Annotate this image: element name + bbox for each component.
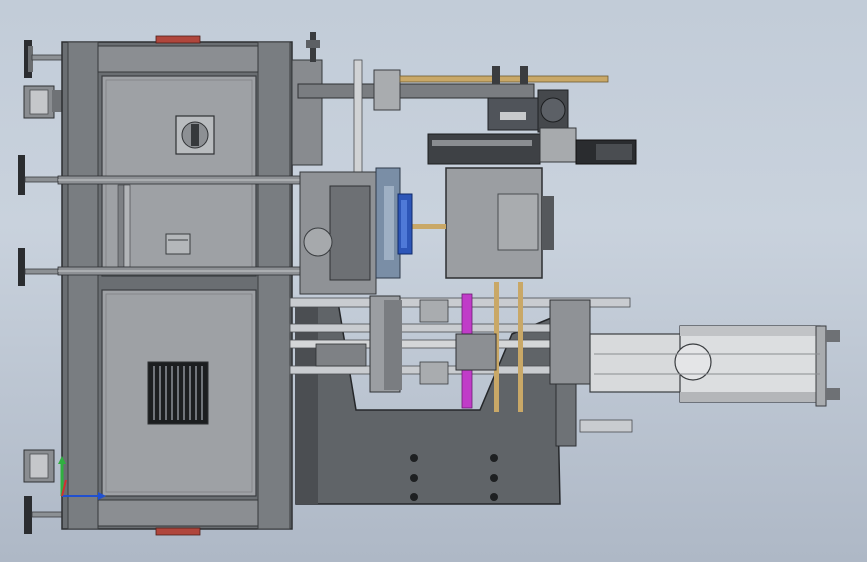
- cad-viewport[interactable]: [0, 0, 867, 562]
- latch-handle: [165, 233, 191, 255]
- foot-mid-1: [18, 155, 66, 195]
- leveling-feet: [18, 40, 66, 534]
- servo-motor: [427, 127, 637, 165]
- hydraulic-cylinder: [589, 325, 840, 407]
- lower-electrical-panel: [101, 289, 257, 497]
- foot-top-2: [23, 85, 64, 119]
- linear-rail: [399, 66, 609, 84]
- foot-bottom-2: [24, 496, 65, 534]
- machine-drawing: [18, 32, 840, 536]
- cooling-fan: [397, 193, 413, 255]
- heater-block: [299, 167, 554, 295]
- foot-top-1: [24, 40, 65, 78]
- main-switch-icon: [175, 115, 215, 155]
- foot-bottom-1: [23, 449, 55, 483]
- ventilation-grille: [147, 361, 209, 425]
